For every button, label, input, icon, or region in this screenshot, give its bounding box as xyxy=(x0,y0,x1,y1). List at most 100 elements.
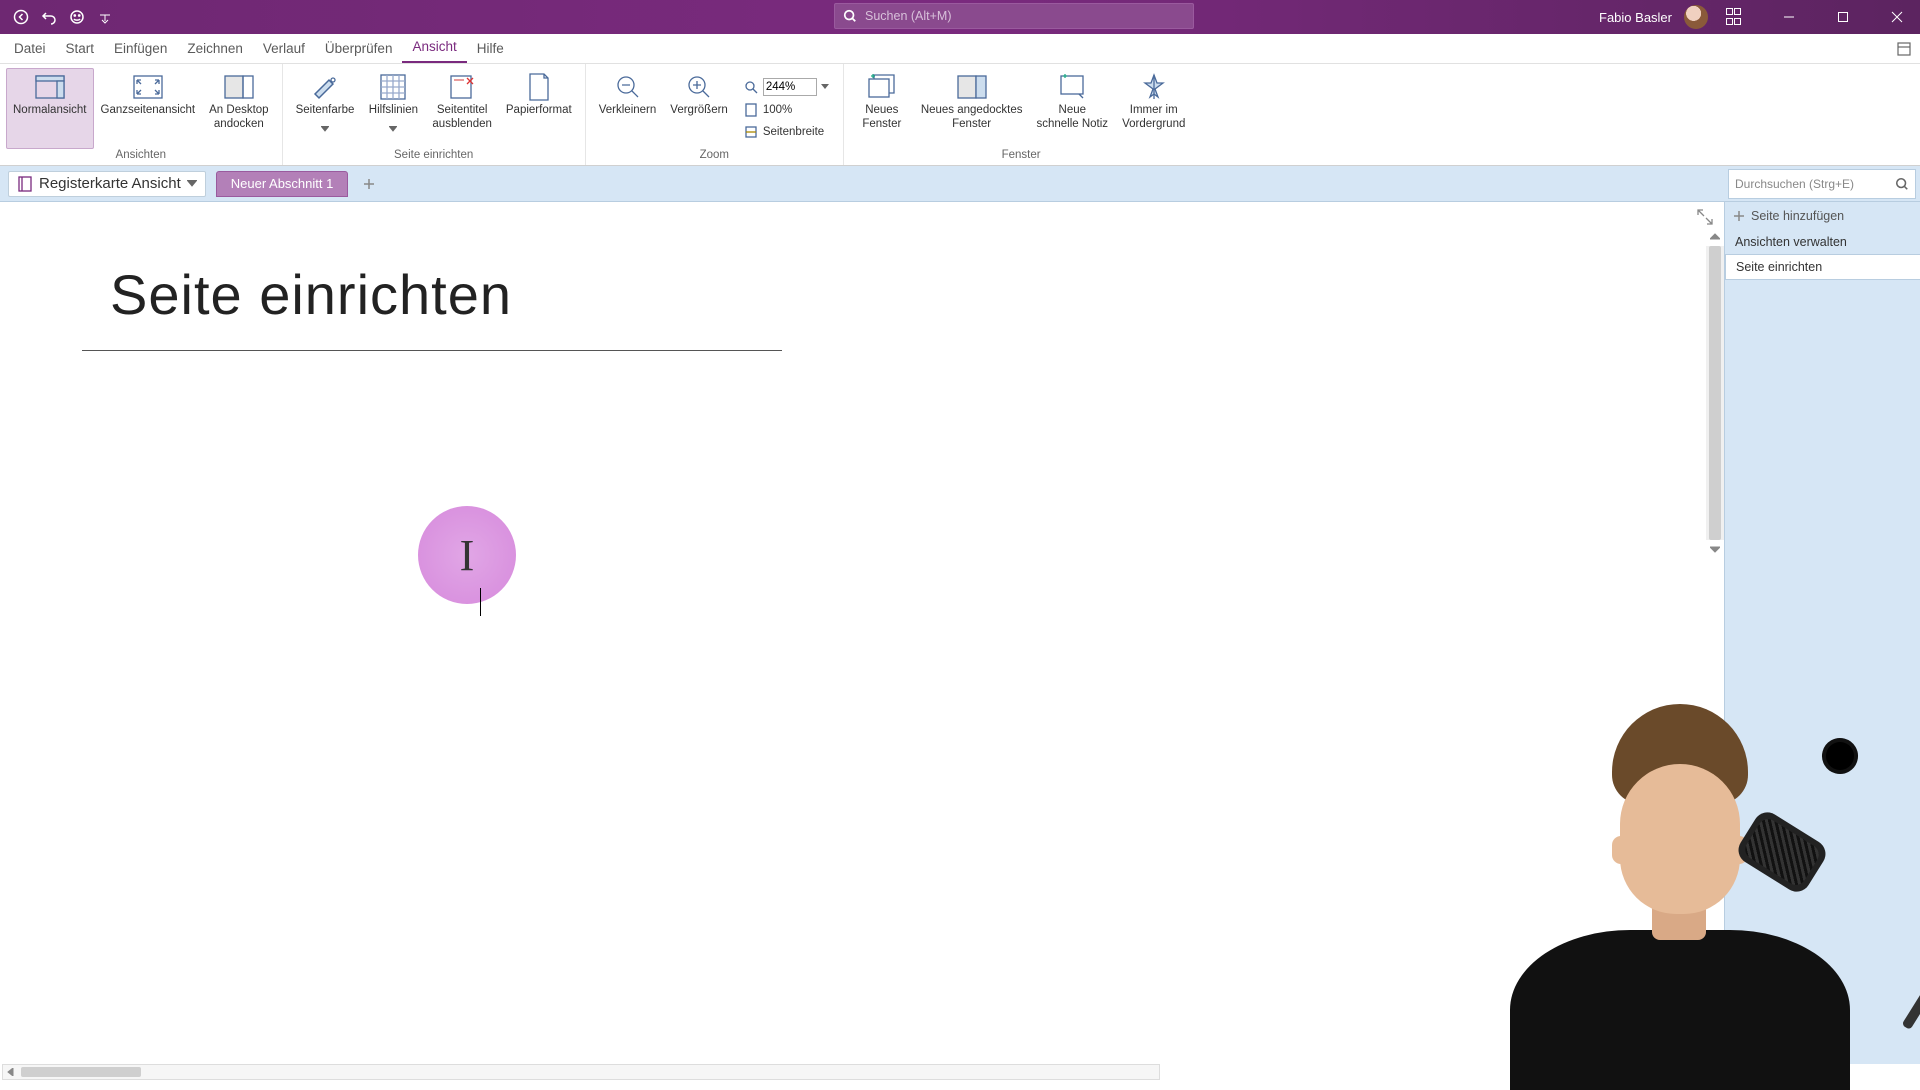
ganzseitenansicht-button[interactable]: Ganzseitenansicht xyxy=(94,68,203,149)
title-underline xyxy=(82,350,782,351)
titlebar-left-controls xyxy=(0,0,114,34)
neue-schnelle-notiz-button[interactable]: Neue schnelle Notiz xyxy=(1029,68,1115,149)
page-search-placeholder: Durchsuchen (Strg+E) xyxy=(1735,177,1854,191)
an-desktop-andocken-icon xyxy=(223,73,255,101)
main-area: Seite einrichten I Seite hinzufügen Ansi… xyxy=(0,202,1920,1064)
tab-start[interactable]: Start xyxy=(56,35,105,63)
normalansicht-button[interactable]: Normalansicht xyxy=(6,68,94,149)
emoji-icon[interactable] xyxy=(68,8,86,26)
ribbon-collapse-icon[interactable] xyxy=(1894,40,1914,58)
page-list-item[interactable]: Seite einrichten xyxy=(1725,254,1920,280)
page-canvas[interactable]: Seite einrichten I xyxy=(0,202,1724,1064)
titlebar-right: Fabio Basler xyxy=(1599,0,1920,34)
scroll-thumb[interactable] xyxy=(1709,246,1721,540)
scroll-left-icon[interactable] xyxy=(3,1065,19,1079)
chevron-down-icon xyxy=(321,119,329,137)
group-label-zoom: Zoom xyxy=(700,149,729,163)
notebook-name: Registerkarte Ansicht xyxy=(39,175,181,192)
highlight-marker: I xyxy=(418,506,516,604)
neue-schnelle-notiz-icon xyxy=(1056,73,1088,101)
zoom-seitenbreite-row[interactable]: Seitenbreite xyxy=(739,122,833,142)
add-section-button[interactable] xyxy=(358,173,380,195)
tab-verlauf[interactable]: Verlauf xyxy=(253,35,315,63)
minimize-button[interactable] xyxy=(1766,0,1812,34)
ribbon-group-fenster: Neues Fenster Neues angedocktes Fenster … xyxy=(844,64,1199,165)
tab-ansicht[interactable]: Ansicht xyxy=(402,33,466,63)
verkleinern-label: Verkleinern xyxy=(599,103,657,117)
page-search-input[interactable]: Durchsuchen (Strg+E) xyxy=(1728,169,1916,199)
chevron-down-icon xyxy=(187,175,197,193)
vergroessern-button[interactable]: Vergrößern xyxy=(663,68,735,149)
neues-angedocktes-label: Neues angedocktes Fenster xyxy=(921,103,1023,132)
ganzseitenansicht-icon xyxy=(132,73,164,101)
neues-fenster-button[interactable]: Neues Fenster xyxy=(850,68,914,149)
zoom-percent-row[interactable] xyxy=(739,76,833,98)
normalansicht-label: Normalansicht xyxy=(13,103,87,117)
user-avatar[interactable] xyxy=(1684,5,1708,29)
vertical-scrollbar[interactable] xyxy=(1706,228,1724,558)
immer-im-vordergrund-label: Immer im Vordergrund xyxy=(1122,103,1185,132)
zoom-percent-input[interactable] xyxy=(763,78,817,96)
hilfslinien-icon xyxy=(377,73,409,101)
maximize-button[interactable] xyxy=(1820,0,1866,34)
titlebar-search[interactable]: Suchen (Alt+M) xyxy=(834,3,1194,29)
search-icon xyxy=(843,9,857,23)
tab-hilfe[interactable]: Hilfe xyxy=(467,35,514,63)
an-desktop-andocken-button[interactable]: An Desktop andocken xyxy=(202,68,275,149)
neues-fenster-icon xyxy=(866,73,898,101)
page-width-icon xyxy=(743,124,759,140)
scroll-down-icon[interactable] xyxy=(1706,540,1724,558)
zoom-100-row[interactable]: 100% xyxy=(739,100,833,120)
notebook-dropdown[interactable]: Registerkarte Ansicht xyxy=(8,171,206,197)
user-name[interactable]: Fabio Basler xyxy=(1599,10,1672,25)
back-icon[interactable] xyxy=(12,8,30,26)
immer-im-vordergrund-button[interactable]: Immer im Vordergrund xyxy=(1115,68,1192,149)
seitenfarbe-label: Seitenfarbe xyxy=(296,103,355,117)
page-icon xyxy=(743,102,759,118)
close-button[interactable] xyxy=(1874,0,1920,34)
ganzseitenansicht-label: Ganzseitenansicht xyxy=(101,103,196,117)
seitentitel-ausblenden-icon xyxy=(446,73,478,101)
papierformat-icon xyxy=(523,73,555,101)
page-title[interactable]: Seite einrichten xyxy=(110,262,512,327)
notebook-icon xyxy=(17,176,33,192)
papierformat-button[interactable]: Papierformat xyxy=(499,68,579,149)
ribbon-group-zoom: Verkleinern Vergrößern 100% Seitenb xyxy=(586,64,844,165)
hscroll-thumb[interactable] xyxy=(21,1067,141,1077)
tab-einfuegen[interactable]: Einfügen xyxy=(104,35,177,63)
page-list-item[interactable]: Ansichten verwalten xyxy=(1725,230,1920,254)
seitentitel-ausblenden-button[interactable]: Seitentitel ausblenden xyxy=(425,68,498,149)
section-tab[interactable]: Neuer Abschnitt 1 xyxy=(216,171,349,197)
add-page-button[interactable]: Seite hinzufügen xyxy=(1725,202,1920,230)
tab-datei[interactable]: Datei xyxy=(4,35,56,63)
chevron-down-icon[interactable] xyxy=(821,84,829,90)
neues-angedocktes-icon xyxy=(956,73,988,101)
page-list-pane: Seite hinzufügen Ansichten verwalten Sei… xyxy=(1724,202,1920,1064)
scroll-up-icon[interactable] xyxy=(1706,228,1724,246)
search-placeholder: Suchen (Alt+M) xyxy=(865,9,952,23)
tab-ueberpruefen[interactable]: Überprüfen xyxy=(315,35,403,63)
fullscreen-toggle-icon[interactable] xyxy=(1696,208,1714,226)
neues-angedocktes-fenster-button[interactable]: Neues angedocktes Fenster xyxy=(914,68,1030,149)
add-page-label: Seite hinzufügen xyxy=(1751,209,1844,223)
hilfslinien-label: Hilfslinien xyxy=(369,103,418,117)
neues-fenster-label: Neues Fenster xyxy=(862,103,901,132)
vergroessern-label: Vergrößern xyxy=(670,103,728,117)
app-launcher-icon[interactable] xyxy=(1726,8,1744,26)
ribbon: Normalansicht Ganzseitenansicht An Deskt… xyxy=(0,64,1920,166)
ribbon-group-seite-einrichten: Seitenfarbe Hilfslinien Seitentitel ausb… xyxy=(283,64,586,165)
menu-tabs: Datei Start Einfügen Zeichnen Verlauf Üb… xyxy=(0,34,1920,64)
qat-customize-icon[interactable] xyxy=(96,8,114,26)
zoom-out-icon xyxy=(612,73,644,101)
seitenfarbe-button[interactable]: Seitenfarbe xyxy=(289,68,362,149)
undo-icon[interactable] xyxy=(40,8,58,26)
tab-zeichnen[interactable]: Zeichnen xyxy=(177,35,253,63)
zoom-100-label: 100% xyxy=(763,104,792,116)
titlebar: Seite einrichten - OneNote Suchen (Alt+M… xyxy=(0,0,1920,34)
text-cursor-icon: I xyxy=(460,530,475,581)
horizontal-scrollbar[interactable] xyxy=(2,1064,1160,1080)
hilfslinien-button[interactable]: Hilfslinien xyxy=(361,68,425,149)
seitentitel-ausblenden-label: Seitentitel ausblenden xyxy=(432,103,491,132)
group-label-seite-einrichten: Seite einrichten xyxy=(394,149,473,163)
verkleinern-button[interactable]: Verkleinern xyxy=(592,68,664,149)
